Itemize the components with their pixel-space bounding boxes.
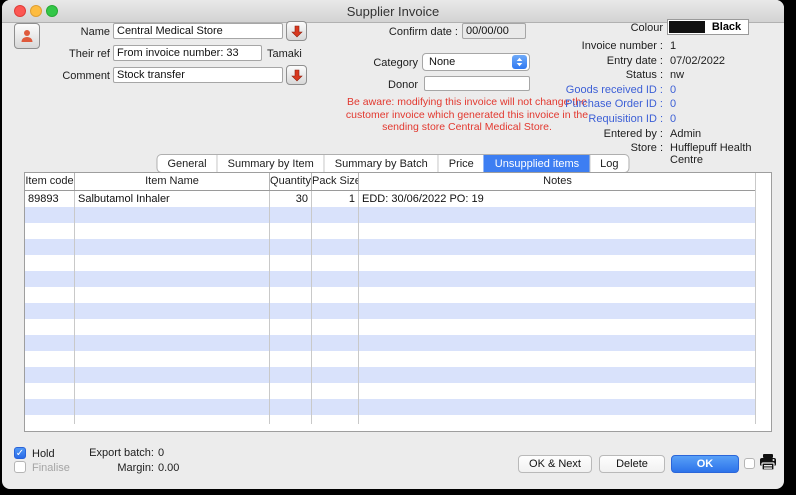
finalise-checkbox[interactable] [14, 461, 26, 473]
col-pack-size[interactable]: Pack Size [312, 173, 359, 190]
invoice-number-label: Invoice number : [502, 40, 663, 52]
cell-item-code: 89893 [25, 191, 75, 207]
category-value: None [429, 56, 455, 68]
table-row-empty [25, 271, 756, 287]
table-row-empty [25, 335, 756, 351]
tab-log[interactable]: Log [589, 155, 628, 172]
comment-input[interactable] [113, 67, 283, 83]
table-row-empty [25, 207, 756, 223]
table-header: Item code Item Name Quantity Pack Size N… [25, 173, 756, 191]
tab-summary-by-item[interactable]: Summary by Item [217, 155, 324, 172]
margin-label: Margin: [64, 462, 154, 474]
donor-label: Donor [338, 79, 418, 91]
cell-pack-size: 1 [312, 191, 359, 207]
invoice-number-value: 1 [670, 40, 784, 52]
colour-picker[interactable]: Black [667, 19, 749, 35]
delete-button[interactable]: Delete [599, 455, 665, 473]
red-down-arrow-icon [291, 69, 303, 82]
requisition-id-value[interactable]: 0 [670, 113, 784, 125]
purchase-order-id-value[interactable]: 0 [670, 98, 784, 110]
comment-label: Comment [42, 70, 110, 82]
hold-label: Hold [32, 448, 55, 460]
person-icon [19, 28, 35, 44]
tab-unsupplied-items[interactable]: Unsupplied items [484, 155, 589, 172]
customer-details-button[interactable] [14, 23, 40, 49]
margin-value: 0.00 [158, 462, 179, 474]
comment-lookup-button[interactable] [286, 65, 307, 85]
export-batch-value: 0 [158, 447, 179, 459]
col-notes[interactable]: Notes [359, 173, 756, 190]
colour-label: Colour [502, 22, 663, 34]
their-ref-input[interactable] [113, 45, 262, 61]
red-down-arrow-icon [291, 25, 303, 38]
status-label: Status : [502, 69, 663, 81]
confirm-date-label: Confirm date : [358, 26, 458, 38]
tab-price[interactable]: Price [438, 155, 484, 172]
table-row-empty [25, 367, 756, 383]
table-row-empty [25, 383, 756, 399]
table-row-empty [25, 351, 756, 367]
ok-next-button[interactable]: OK & Next [518, 455, 592, 473]
invoice-details: Invoice number : 1 Entry date : 07/02/20… [502, 40, 784, 166]
entry-date-label: Entry date : [502, 55, 663, 67]
goods-received-id-value[interactable]: 0 [670, 84, 784, 96]
cell-notes: EDD: 30/06/2022 PO: 19 [359, 191, 756, 207]
entered-by-value: Admin [670, 128, 784, 140]
col-item-name[interactable]: Item Name [75, 173, 270, 190]
entered-by-label: Entered by : [502, 128, 663, 140]
purchase-order-id-label: Purchase Order ID : [502, 98, 663, 110]
print-checkbox[interactable] [744, 458, 755, 469]
table-row-empty [25, 303, 756, 319]
goods-received-id-label: Goods received ID : [502, 84, 663, 96]
cell-item-name: Salbutamol Inhaler [75, 191, 270, 207]
printer-icon[interactable] [758, 452, 778, 472]
tab-summary-by-batch[interactable]: Summary by Batch [324, 155, 438, 172]
table-row-empty [25, 319, 756, 335]
unsupplied-items-table: Item code Item Name Quantity Pack Size N… [24, 172, 772, 432]
tab-bar: General Summary by Item Summary by Batch… [156, 154, 629, 173]
supplier-invoice-window: Supplier Invoice Name Their ref Tamaki C… [2, 0, 784, 489]
cell-quantity: 30 [270, 191, 312, 207]
table-row[interactable]: 89893 Salbutamol Inhaler 30 1 EDD: 30/06… [25, 191, 756, 207]
colour-value: Black [705, 21, 748, 33]
table-row-empty [25, 223, 756, 239]
name-input[interactable] [113, 23, 283, 39]
hold-checkbox[interactable]: ✓ [14, 447, 26, 459]
store-value: Hufflepuff Health Centre [670, 142, 784, 166]
ok-button[interactable]: OK [671, 455, 739, 473]
status-value: nw [670, 69, 784, 81]
their-ref-label: Their ref [42, 48, 110, 60]
col-item-code[interactable]: Item code [25, 173, 75, 190]
export-batch-label: Export batch: [64, 447, 154, 459]
col-quantity[interactable]: Quantity [270, 173, 312, 190]
store-tag-label: Tamaki [267, 48, 302, 60]
table-row-empty [25, 255, 756, 271]
tab-general[interactable]: General [157, 155, 216, 172]
table-row-empty [25, 399, 756, 415]
summary-values: Export batch: 0 Margin: 0.00 [64, 447, 179, 474]
table-row-empty [25, 287, 756, 303]
name-lookup-button[interactable] [286, 21, 307, 41]
name-label: Name [42, 26, 110, 38]
vertical-scrollbar[interactable] [755, 173, 771, 431]
colour-chip [669, 21, 705, 33]
entry-date-value: 07/02/2022 [670, 55, 784, 67]
table-body: Item code Item Name Quantity Pack Size N… [25, 173, 756, 431]
horizontal-scrollbar[interactable] [25, 424, 771, 431]
window-title: Supplier Invoice [2, 4, 784, 19]
requisition-id-label: Requisition ID : [502, 113, 663, 125]
table-row-empty [25, 239, 756, 255]
category-label: Category [338, 57, 418, 69]
